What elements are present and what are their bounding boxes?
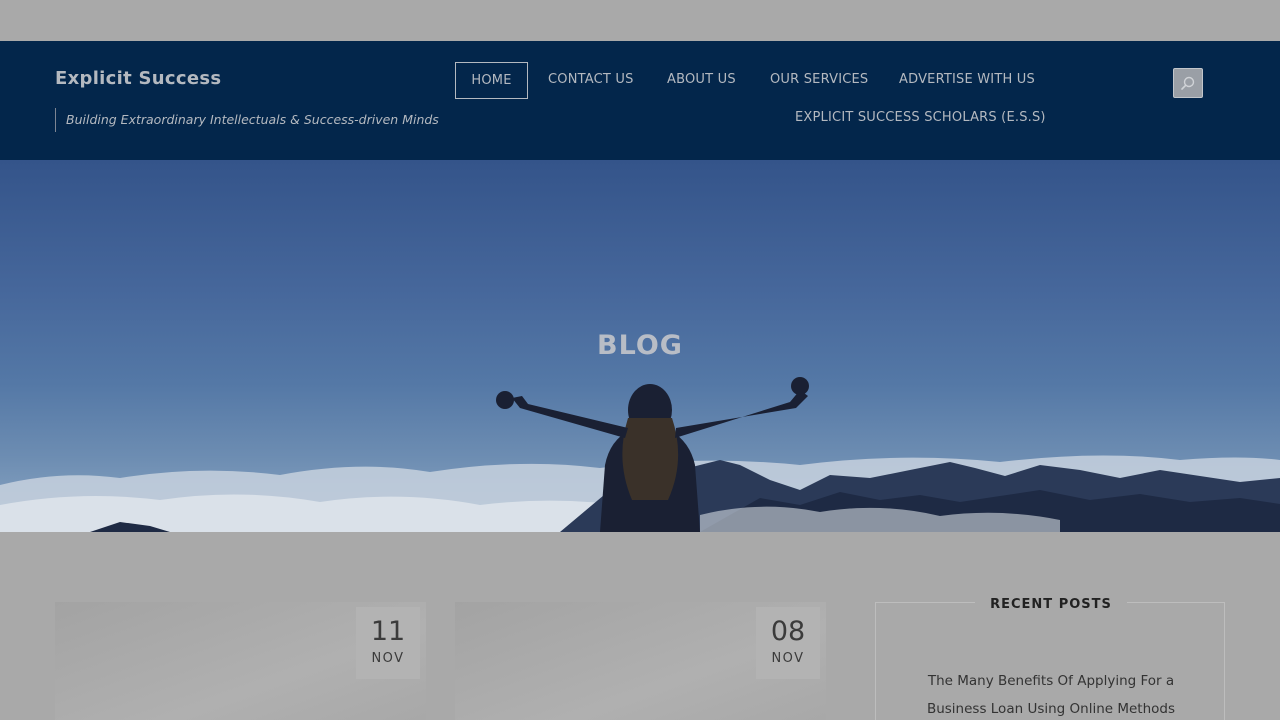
nav-advertise-with-us[interactable]: ADVERTISE WITH US <box>899 72 1035 87</box>
post-card[interactable]: 11 NOV <box>55 602 426 720</box>
date-day: 08 <box>770 616 806 647</box>
date-badge: 11 NOV <box>356 607 420 679</box>
date-month: NOV <box>371 651 405 666</box>
recent-posts-title: RECENT POSTS <box>975 597 1127 612</box>
nav-about-us[interactable]: ABOUT US <box>667 72 736 87</box>
site-tagline: Building Extraordinary Intellectuals & S… <box>55 108 439 132</box>
page-title: BLOG <box>597 330 683 361</box>
top-bar <box>0 0 1280 41</box>
post-card[interactable]: 08 NOV <box>455 602 826 720</box>
widget-title: RECENT POSTS <box>876 593 1226 612</box>
nav-contact-us[interactable]: CONTACT US <box>548 72 634 87</box>
nav-explicit-success-scholars[interactable]: EXPLICIT SUCCESS SCHOLARS (E.S.S) <box>795 110 1046 125</box>
recent-post-link[interactable]: The Many Benefits Of Applying For a Busi… <box>906 667 1196 720</box>
search-icon <box>1181 76 1195 90</box>
date-day: 11 <box>370 616 406 647</box>
site-title[interactable]: Explicit Success <box>55 68 221 89</box>
nav-our-services[interactable]: OUR SERVICES <box>770 72 868 87</box>
site-header: Explicit Success Building Extraordinary … <box>0 41 1280 160</box>
date-badge: 08 NOV <box>756 607 820 679</box>
search-button[interactable] <box>1173 68 1203 98</box>
nav-home[interactable]: HOME <box>455 62 528 99</box>
date-month: NOV <box>771 651 805 666</box>
main-content: 11 NOV 08 NOV RECENT POSTS The Many Bene… <box>0 532 1280 720</box>
hero-banner: BLOG <box>0 160 1280 532</box>
recent-posts-widget: RECENT POSTS The Many Benefits Of Applyi… <box>875 597 1225 720</box>
